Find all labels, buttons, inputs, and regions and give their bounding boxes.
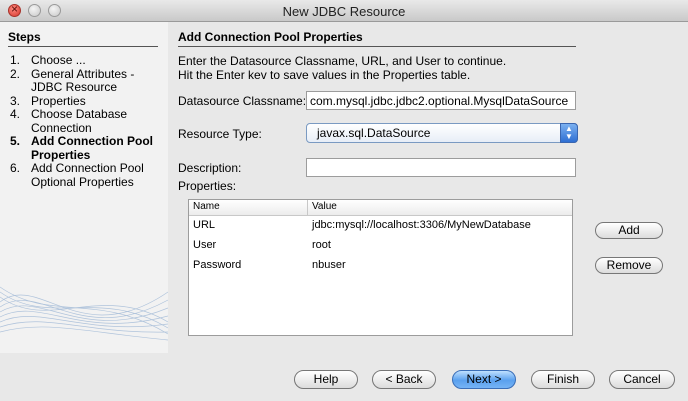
description-label: Description:: [178, 161, 242, 175]
column-header-value[interactable]: Value: [312, 201, 337, 212]
finish-button[interactable]: Finish: [531, 370, 595, 389]
steps-sidebar: Steps 1. Choose ... 2. General Attributes …: [0, 22, 168, 353]
next-button[interactable]: Next >: [452, 370, 516, 389]
help-button[interactable]: Help: [294, 370, 358, 389]
title-bar: New JDBC Resource: [0, 0, 688, 22]
column-header-name[interactable]: Name: [193, 201, 220, 212]
datasource-classname-label: Datasource Classname:: [178, 94, 307, 108]
step-item: 3. Properties: [10, 93, 86, 108]
resource-type-label: Resource Type:: [178, 127, 262, 141]
steps-list: 1. Choose ... 2. General Attributes - JDBC…: [10, 53, 165, 189]
step-item-current: Properties: [31, 147, 91, 162]
window-title: New JDBC Resource: [282, 4, 406, 19]
cancel-button[interactable]: Cancel: [609, 370, 675, 389]
table-header: Name Value: [189, 200, 572, 216]
resource-type-select[interactable]: javax.sql.DataSource ▲ ▼: [306, 123, 578, 143]
properties-table[interactable]: Name Value URL jdbc:mysql://localhost:33…: [188, 199, 573, 336]
table-row[interactable]: URL jdbc:mysql://localhost:3306/MyNewDat…: [189, 217, 572, 235]
instructions: Enter the Datasource Classname, URL, and…: [178, 54, 507, 82]
step-item: Optional Properties: [31, 174, 134, 189]
decorative-waves-graphic: [0, 286, 168, 341]
main-panel: Add Connection Pool Properties Enter the…: [168, 22, 688, 353]
description-field[interactable]: [306, 158, 576, 177]
add-property-button[interactable]: Add: [595, 222, 663, 239]
steps-heading: Steps: [8, 30, 158, 47]
step-item: 4. Choose Database: [10, 107, 128, 121]
select-arrows-icon: ▲ ▼: [560, 123, 578, 143]
step-item: JDBC Resource: [31, 80, 118, 94]
step-item: 2. General Attributes -: [10, 66, 135, 81]
step-item: Connection: [31, 120, 92, 135]
datasource-classname-field[interactable]: com.mysql.jdbc.jdbc2.optional.MysqlDataS…: [306, 91, 576, 110]
step-item: 6. Add Connection Pool: [10, 161, 144, 175]
back-button[interactable]: < Back: [372, 370, 436, 389]
step-item-current: 5. Add Connection Pool: [10, 134, 153, 148]
wizard-footer: Help < Back Next > Finish Cancel: [0, 353, 688, 401]
step-item: 1. Choose ...: [10, 53, 86, 67]
section-heading: Add Connection Pool Properties: [178, 30, 576, 47]
properties-label: Properties:: [178, 179, 237, 193]
remove-property-button[interactable]: Remove: [595, 257, 663, 274]
table-row[interactable]: User root: [189, 237, 572, 255]
table-row[interactable]: Password nbuser: [189, 257, 572, 275]
